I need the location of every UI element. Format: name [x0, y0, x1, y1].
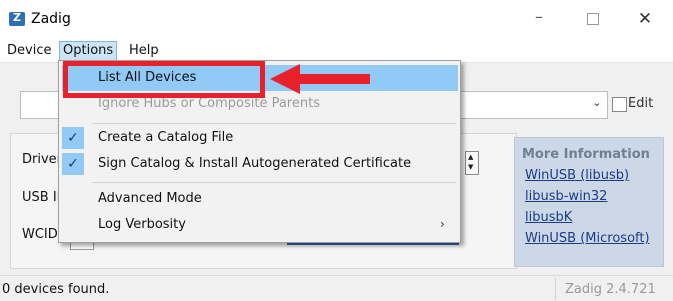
link-winusb-microsoft[interactable]: WinUSB (Microsoft): [525, 231, 650, 246]
menu-separator: [92, 123, 456, 124]
annotation-highlight-box: [63, 61, 265, 98]
version-text: Zadig 2.4.721: [565, 282, 656, 297]
menu-item-label: Sign Catalog & Install Autogenerated Cer…: [98, 156, 412, 171]
status-bar: 0 devices found. Zadig 2.4.721: [0, 275, 673, 301]
maximize-icon[interactable]: [584, 10, 602, 28]
minimize-icon[interactable]: –: [530, 8, 548, 26]
more-information-title: More Information: [522, 147, 650, 162]
spinner-down-icon[interactable]: ▼: [468, 164, 473, 171]
zadig-app-icon: [9, 11, 25, 26]
driver-label: Driver: [22, 152, 63, 167]
chevron-right-icon: ›: [440, 217, 445, 231]
menu-item-log-verbosity[interactable]: Log Verbosity ›: [59, 212, 460, 238]
menu-item-sign-catalog[interactable]: ✓ Sign Catalog & Install Autogenerated C…: [59, 151, 460, 177]
menu-item-label: Log Verbosity: [98, 217, 186, 232]
menu-item-label: Advanced Mode: [98, 191, 202, 206]
wcid-label: WCID: [22, 227, 58, 242]
link-winusb-libusb[interactable]: WinUSB (libusb): [525, 168, 629, 183]
menu-separator: [92, 182, 456, 183]
title-bar: Zadig – ✕: [0, 0, 673, 40]
checkmark-icon: ✓: [62, 127, 84, 149]
menu-item-create-catalog[interactable]: ✓ Create a Catalog File: [59, 125, 460, 151]
link-libusbk[interactable]: libusbK: [525, 210, 572, 225]
annotation-arrow-icon: [270, 64, 370, 94]
spinner-up-icon[interactable]: ▲: [468, 154, 473, 161]
driver-spinner[interactable]: ▲ ▼: [465, 151, 479, 175]
menu-device[interactable]: Device: [4, 42, 54, 60]
menu-help[interactable]: Help: [126, 42, 162, 60]
menu-item-label: Create a Catalog File: [98, 130, 234, 145]
edit-label: Edit: [628, 96, 654, 111]
menu-options[interactable]: Options: [59, 41, 118, 61]
edit-checkbox[interactable]: [612, 97, 627, 112]
menu-item-label: Ignore Hubs or Composite Parents: [98, 96, 320, 111]
link-libusb-win32[interactable]: libusb-win32: [525, 189, 607, 204]
status-text: 0 devices found.: [2, 282, 110, 297]
window-title: Zadig: [31, 11, 71, 27]
status-divider: [555, 278, 556, 300]
checkmark-icon: ✓: [62, 153, 84, 175]
chevron-down-icon[interactable]: ⌄: [590, 96, 604, 110]
menu-item-advanced-mode[interactable]: Advanced Mode: [59, 186, 460, 212]
close-icon[interactable]: ✕: [636, 10, 654, 28]
